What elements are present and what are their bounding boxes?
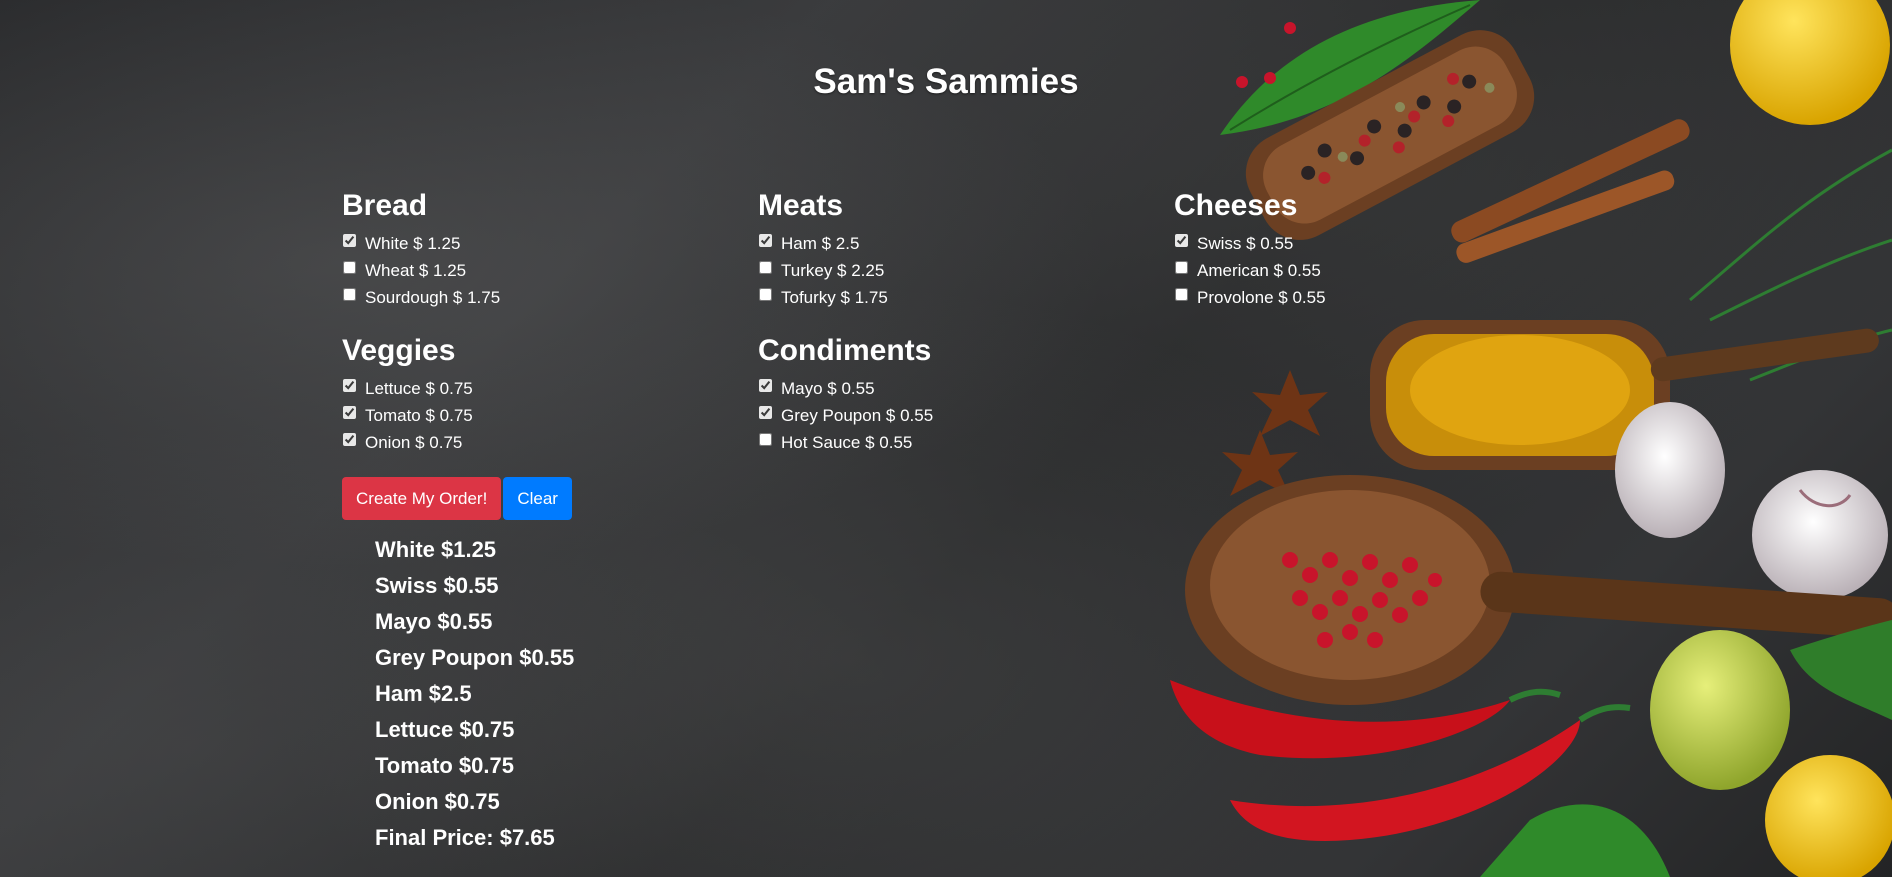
order-item: Mayo $0.55 [375,609,493,634]
meats-heading: Meats [758,189,844,222]
condiments-heading: Condiments [758,334,932,367]
checkbox-provolone[interactable] [1175,288,1188,301]
option-label: Sourdough $ 1.75 [365,287,501,307]
veggies-section: Veggies Lettuce $ 0.75 Tomato $ 0.75 Oni… [342,333,473,456]
option-label: Tofurky $ 1.75 [781,287,888,307]
option-label: Grey Poupon $ 0.55 [781,405,934,425]
condiments-section: Condiments Mayo $ 0.55 Grey Poupon $ 0.5… [758,333,933,456]
checkbox-onion[interactable] [343,433,356,446]
checkbox-wheat-bread[interactable] [343,261,356,274]
checkbox-tomato[interactable] [343,406,356,419]
page-title: Sam's Sammies [813,62,1079,101]
option-label: Hot Sauce $ 0.55 [781,432,913,452]
order-summary: White $1.25 Swiss $0.55 Mayo $0.55 Grey … [375,534,574,858]
checkbox-hot-sauce[interactable] [759,433,772,446]
checkbox-tofurky[interactable] [759,288,772,301]
spices-background-image [1170,0,1892,877]
checkbox-ham[interactable] [759,234,772,247]
option-label: Wheat $ 1.25 [365,260,467,280]
checkbox-white-bread[interactable] [343,234,356,247]
option-label: Onion $ 0.75 [365,432,463,452]
checkbox-grey-poupon[interactable] [759,406,772,419]
option-grey-poupon[interactable]: Grey Poupon $ 0.55 [758,402,933,429]
option-label: Ham $ 2.5 [781,233,860,253]
order-item: Grey Poupon $0.55 [375,645,575,670]
option-hot-sauce[interactable]: Hot Sauce $ 0.55 [758,429,933,456]
option-swiss[interactable]: Swiss $ 0.55 [1174,230,1326,257]
checkbox-mayo[interactable] [759,379,772,392]
order-item: Swiss $0.55 [375,573,499,598]
cheeses-heading: Cheeses [1174,189,1298,222]
order-item: Onion $0.75 [375,789,500,814]
option-label: Mayo $ 0.55 [781,378,875,398]
option-mayo[interactable]: Mayo $ 0.55 [758,375,933,402]
option-tomato[interactable]: Tomato $ 0.75 [342,402,473,429]
option-label: Provolone $ 0.55 [1197,287,1326,307]
option-wheat-bread[interactable]: Wheat $ 1.25 [342,257,500,284]
option-label: Swiss $ 0.55 [1197,233,1294,253]
final-price: Final Price: $7.65 [375,825,555,850]
option-label: White $ 1.25 [365,233,461,253]
option-tofurky[interactable]: Tofurky $ 1.75 [758,284,888,311]
veggies-heading: Veggies [342,334,456,367]
order-item: Ham $2.5 [375,681,472,706]
checkbox-turkey[interactable] [759,261,772,274]
checkbox-swiss[interactable] [1175,234,1188,247]
create-order-button[interactable]: Create My Order! [342,477,502,520]
option-lettuce[interactable]: Lettuce $ 0.75 [342,375,473,402]
option-label: Tomato $ 0.75 [365,405,473,425]
checkbox-american[interactable] [1175,261,1188,274]
option-sourdough-bread[interactable]: Sourdough $ 1.75 [342,284,500,311]
option-label: Turkey $ 2.25 [781,260,885,280]
checkbox-sourdough-bread[interactable] [343,288,356,301]
option-provolone[interactable]: Provolone $ 0.55 [1174,284,1326,311]
option-label: American $ 0.55 [1197,260,1321,280]
clear-button[interactable]: Clear [503,477,572,520]
option-ham[interactable]: Ham $ 2.5 [758,230,888,257]
order-item: White $1.25 [375,537,497,562]
meats-section: Meats Ham $ 2.5 Turkey $ 2.25 Tofurky $ … [758,188,888,311]
bread-heading: Bread [342,189,428,222]
order-item: Lettuce $0.75 [375,717,515,742]
order-item: Tomato $0.75 [375,753,514,778]
option-turkey[interactable]: Turkey $ 2.25 [758,257,888,284]
option-american[interactable]: American $ 0.55 [1174,257,1326,284]
option-onion[interactable]: Onion $ 0.75 [342,429,473,456]
option-white-bread[interactable]: White $ 1.25 [342,230,500,257]
action-buttons: Create My Order! Clear [342,477,572,520]
bread-section: Bread White $ 1.25 Wheat $ 1.25 Sourdoug… [342,188,500,311]
cheeses-section: Cheeses Swiss $ 0.55 American $ 0.55 Pro… [1174,188,1326,311]
checkbox-lettuce[interactable] [343,379,356,392]
option-label: Lettuce $ 0.75 [365,378,473,398]
